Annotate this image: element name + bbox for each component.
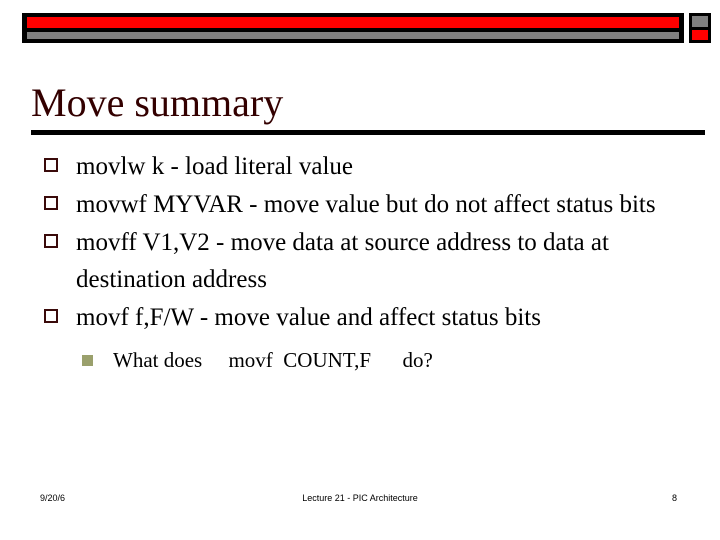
sub-list-item: What does movf COUNT,F do? bbox=[82, 345, 694, 375]
page-title: Move summary bbox=[31, 80, 284, 125]
list-item-label: movf f,F/W - move value and affect statu… bbox=[76, 304, 541, 331]
list-item: movf f,F/W - move value and affect statu… bbox=[44, 299, 694, 336]
hollow-square-bullet-icon bbox=[44, 234, 58, 248]
bullet-list: movlw k - load literal value movwf MYVAR… bbox=[44, 148, 694, 375]
list-item-label: movlw k - load literal value bbox=[76, 153, 354, 180]
sub-list-item-label: What does movf COUNT,F do? bbox=[113, 348, 433, 372]
banner-red-square bbox=[689, 30, 711, 43]
banner-frame bbox=[22, 13, 684, 43]
list-item-label: movwf MYVAR - move value but do not affe… bbox=[76, 191, 656, 218]
list-item-label: movff V1,V2 - move data at source addres… bbox=[76, 229, 609, 293]
slide-decoration-banner bbox=[22, 13, 711, 43]
footer-page-number: 8 bbox=[671, 493, 677, 503]
banner-gray-square bbox=[689, 13, 711, 30]
footer-title: Lecture 21 - PIC Architecture bbox=[302, 493, 418, 503]
list-item: movwf MYVAR - move value but do not affe… bbox=[44, 186, 694, 223]
hollow-square-bullet-icon bbox=[44, 196, 58, 210]
banner-red-bar bbox=[27, 17, 679, 28]
title-divider bbox=[31, 130, 705, 135]
list-item: movff V1,V2 - move data at source addres… bbox=[44, 224, 694, 298]
list-item: movlw k - load literal value bbox=[44, 148, 694, 185]
filled-square-bullet-icon bbox=[82, 355, 93, 366]
hollow-square-bullet-icon bbox=[44, 309, 58, 323]
hollow-square-bullet-icon bbox=[44, 158, 58, 172]
slide-footer: 9/20/6 Lecture 21 - PIC Architecture 8 bbox=[0, 492, 720, 512]
slide-canvas: Move summary movlw k - load literal valu… bbox=[0, 0, 720, 540]
banner-gray-bar bbox=[27, 32, 679, 39]
